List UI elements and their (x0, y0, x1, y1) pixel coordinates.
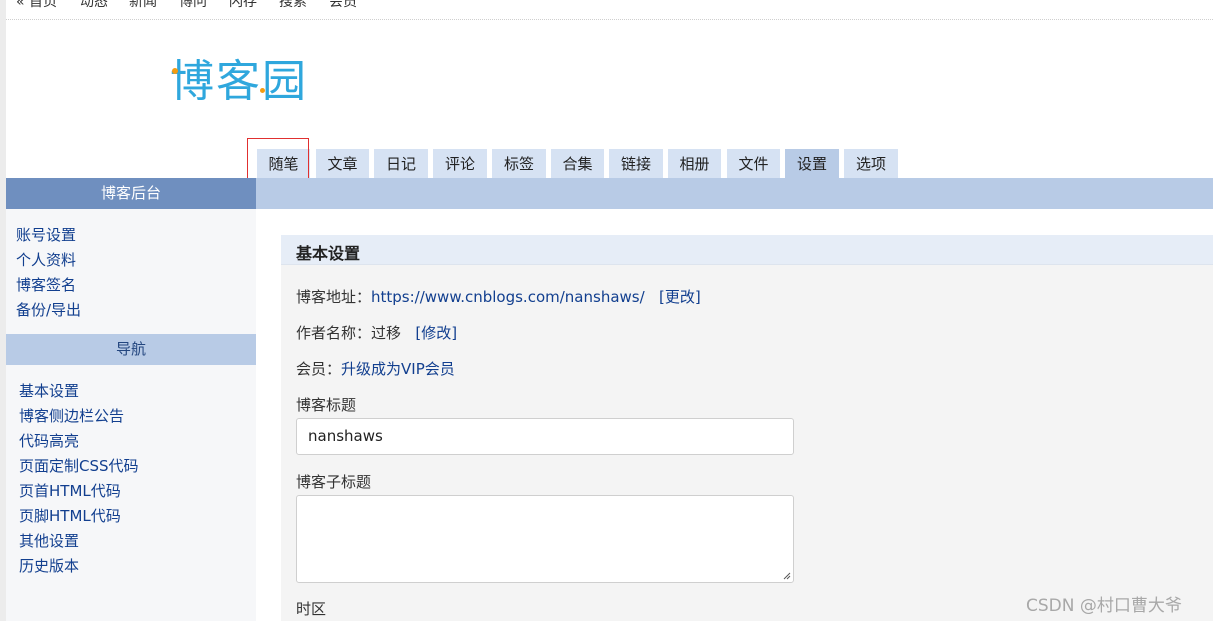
topnav-member-link[interactable]: 会员 (329, 0, 357, 11)
sidebar-item-header-html[interactable]: 页首HTML代码 (19, 479, 139, 504)
topnav-qa-link[interactable]: 博问 (179, 0, 207, 11)
author-row: 作者名称：过移 [修改] (296, 322, 457, 343)
tab-files[interactable]: 文件 (727, 149, 780, 179)
tab-settings[interactable]: 设置 (785, 149, 839, 179)
upgrade-vip-link[interactable]: 升级成为VIP会员 (341, 360, 455, 378)
tab-options[interactable]: 选项 (844, 149, 898, 179)
blog-title-input[interactable]: nanshaws (296, 418, 794, 455)
tab-links[interactable]: 链接 (609, 149, 663, 179)
blog-url-label: 博客地址： (296, 288, 372, 306)
sidebar-item-profile[interactable]: 个人资料 (16, 248, 81, 273)
topnav-flash-link[interactable]: 闪存 (229, 0, 257, 11)
topnav-news-link[interactable]: 新闻 (129, 0, 157, 11)
member-label: 会员： (296, 360, 342, 378)
sidebar-item-footer-html[interactable]: 页脚HTML代码 (19, 504, 139, 529)
member-row: 会员：升级成为VIP会员 (296, 358, 455, 379)
logo-text: 博客园 (170, 56, 308, 107)
section-title: 基本设置 (296, 244, 361, 263)
change-url-link[interactable]: [更改] (659, 288, 701, 306)
blog-subtitle-label: 博客子标题 (296, 473, 372, 491)
author-label: 作者名称： (296, 324, 372, 342)
nav-section-title: 导航 (6, 334, 256, 365)
resize-handle-icon[interactable] (783, 572, 791, 580)
sidebar-item-custom-css[interactable]: 页面定制CSS代码 (19, 454, 139, 479)
sidebar-item-backup-export[interactable]: 备份/导出 (16, 298, 81, 323)
logo-dot-icon (172, 68, 178, 74)
nav-links: 基本设置 博客侧边栏公告 代码高亮 页面定制CSS代码 页首HTML代码 页脚H… (19, 379, 139, 579)
tab-albums[interactable]: 相册 (668, 149, 721, 179)
topnav-home-link[interactable]: « 首页 (16, 0, 57, 11)
blog-subtitle-textarea[interactable] (296, 495, 794, 583)
tab-comments[interactable]: 评论 (433, 149, 487, 179)
section-header: 基本设置 (281, 235, 1213, 265)
cnblogs-logo[interactable]: 博客园 (170, 58, 308, 106)
top-navigation: « 首页 动态 新闻 博问 闪存 搜索 会员 (6, 0, 1213, 20)
tab-diary[interactable]: 日记 (374, 149, 428, 179)
author-name: 过移 (371, 324, 402, 342)
blog-title-label: 博客标题 (296, 396, 357, 414)
tab-collections[interactable]: 合集 (551, 149, 604, 179)
topnav-dynamics-link[interactable]: 动态 (80, 0, 108, 11)
blog-url-link[interactable]: https://www.cnblogs.com/nanshaws/ (371, 288, 645, 306)
topnav-search-link[interactable]: 搜索 (279, 0, 307, 11)
sidebar-item-sidebar-notice[interactable]: 博客侧边栏公告 (19, 404, 139, 429)
tab-articles[interactable]: 文章 (316, 149, 369, 179)
sidebar-item-other-settings[interactable]: 其他设置 (19, 529, 139, 554)
blog-url-row: 博客地址：https://www.cnblogs.com/nanshaws/ [… (296, 286, 701, 307)
sidebar-item-signature[interactable]: 博客签名 (16, 273, 81, 298)
account-links: 账号设置 个人资料 博客签名 备份/导出 (16, 223, 81, 323)
timezone-label: 时区 (296, 600, 327, 618)
modify-author-link[interactable]: [修改] (415, 324, 457, 342)
sidebar-item-code-highlight[interactable]: 代码高亮 (19, 429, 139, 454)
sidebar-item-account-settings[interactable]: 账号设置 (16, 223, 81, 248)
tab-tags[interactable]: 标签 (492, 149, 546, 179)
tab-posts[interactable]: 随笔 (257, 149, 310, 179)
sidebar: 账号设置 个人资料 博客签名 备份/导出 导航 基本设置 博客侧边栏公告 代码高… (6, 209, 256, 621)
sidebar-title: 博客后台 (6, 178, 256, 209)
settings-panel: 基本设置 博客地址：https://www.cnblogs.com/nansha… (281, 235, 1213, 621)
sidebar-item-history[interactable]: 历史版本 (19, 554, 139, 579)
logo-dot-icon (260, 88, 265, 93)
csdn-watermark: CSDN @村口曹大爷 (1026, 596, 1182, 616)
sidebar-item-basic-settings[interactable]: 基本设置 (19, 379, 139, 404)
